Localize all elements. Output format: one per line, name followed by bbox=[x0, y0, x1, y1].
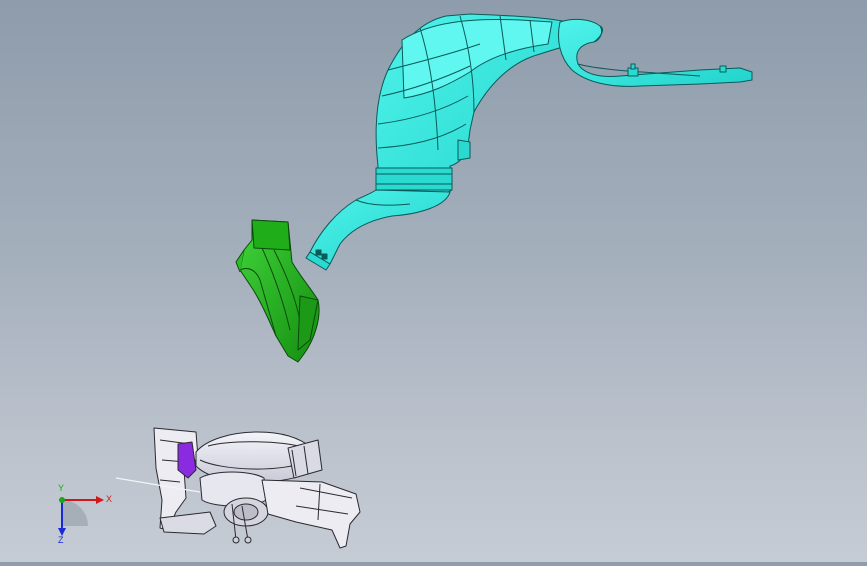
graphics-viewport[interactable]: X Y Z bbox=[0, 0, 867, 562]
y-axis-label: Y bbox=[58, 483, 64, 493]
z-axis-label: Z bbox=[58, 535, 64, 544]
y-axis-dot bbox=[59, 497, 65, 503]
blower-assembly[interactable] bbox=[115, 427, 361, 549]
triad-quadrant bbox=[62, 500, 88, 526]
green-air-duct[interactable] bbox=[235, 219, 320, 363]
coordinate-triad: X Y Z bbox=[58, 483, 112, 544]
x-axis-label: X bbox=[106, 494, 112, 504]
model-canvas[interactable] bbox=[0, 0, 867, 562]
cyan-air-duct[interactable] bbox=[305, 13, 753, 271]
x-axis-arrow bbox=[96, 496, 104, 504]
